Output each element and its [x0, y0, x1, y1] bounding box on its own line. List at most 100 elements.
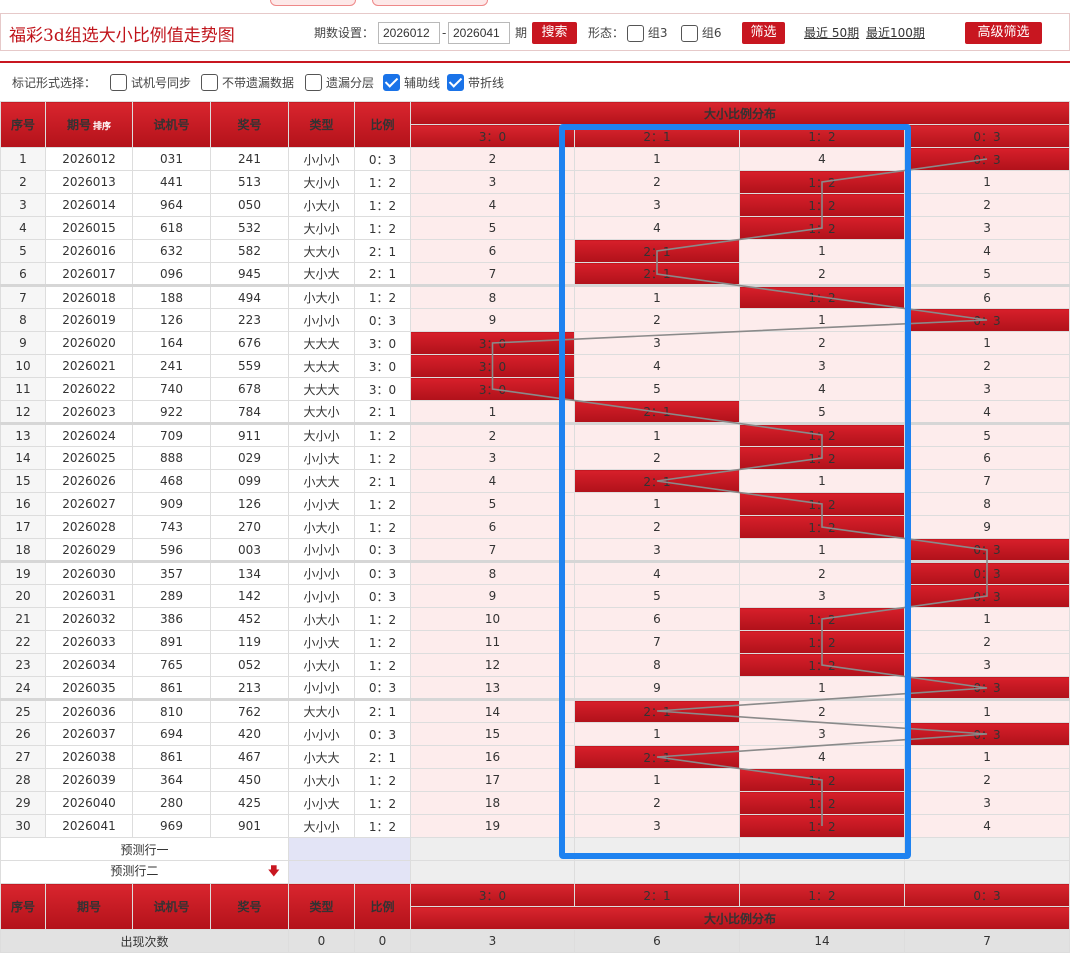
ratio-cell: 1：2 — [354, 630, 411, 654]
predict-row-2-input[interactable] — [288, 860, 411, 884]
miss-cell: 1 — [903, 607, 1071, 631]
period-from-input[interactable] — [378, 22, 440, 44]
period-cell: 2026031 — [45, 584, 133, 608]
type-cell: 小大小 — [288, 284, 355, 309]
ratio-cell: 1：2 — [354, 653, 411, 677]
hit-cell: 2：1 — [574, 239, 740, 263]
hit-cell: 3：0 — [410, 331, 575, 355]
seq-cell: 14 — [0, 446, 46, 470]
seq-cell: 2 — [0, 170, 46, 194]
group6-option[interactable]: 组6 — [681, 22, 721, 44]
filter-button[interactable]: 筛选 — [742, 22, 785, 44]
predict-cell[interactable] — [903, 837, 1071, 861]
recent-100-link[interactable]: 最近100期 — [866, 22, 925, 44]
header-col-0-3: 0：3 — [903, 124, 1071, 148]
aux-line-checkbox[interactable] — [383, 74, 400, 91]
table-row: 3 2026014 964 050 小大小 1：2 4 3 1：2 2 — [0, 193, 1071, 217]
table-row: 13 2026024 709 911 大小小 1：2 2 1 1：2 5 — [0, 422, 1071, 447]
hit-cell: 1：2 — [739, 791, 905, 815]
trial-cell: 632 — [132, 239, 211, 263]
seq-cell: 16 — [0, 492, 46, 516]
table-row: 11 2026022 740 678 大大大 3：0 3：0 5 4 3 — [0, 377, 1071, 401]
group6-checkbox[interactable] — [681, 25, 698, 42]
prize-cell: 003 — [210, 538, 289, 562]
option-no-miss-data[interactable]: 不带遗漏数据 — [201, 70, 294, 96]
miss-cell: 1 — [739, 469, 905, 493]
header-trial: 试机号 — [132, 101, 211, 148]
prize-cell: 425 — [210, 791, 289, 815]
advanced-filter-button[interactable]: 高级筛选 — [965, 22, 1042, 44]
period-cell: 2026016 — [45, 239, 133, 263]
no-miss-data-checkbox[interactable] — [201, 74, 218, 91]
arrow-down-icon[interactable]: 🡇 — [268, 862, 280, 883]
predict-row-1-input[interactable] — [288, 837, 411, 861]
type-cell: 大小小 — [288, 814, 355, 838]
miss-cell: 1 — [574, 768, 740, 792]
type-cell: 小小小 — [288, 538, 355, 562]
type-cell: 小大小 — [288, 193, 355, 217]
ratio-cell: 1：2 — [354, 791, 411, 815]
ratio-cell: 0：3 — [354, 538, 411, 562]
period-cell: 2026035 — [45, 676, 133, 700]
seq-cell: 22 — [0, 630, 46, 654]
option-aux-line[interactable]: 辅助线 — [383, 70, 440, 96]
hit-cell: 3：0 — [410, 354, 575, 378]
prize-cell: 420 — [210, 722, 289, 746]
predict-cell[interactable] — [410, 837, 575, 861]
prize-cell: 099 — [210, 469, 289, 493]
table-row: 5 2026016 632 582 大大小 2：1 6 2：1 1 4 — [0, 239, 1071, 263]
footer-header-ratio: 比例 — [354, 883, 411, 930]
miss-cell: 15 — [410, 722, 575, 746]
ratio-cell: 1：2 — [354, 446, 411, 470]
sort-icon[interactable]: 排序 — [93, 119, 111, 132]
form-label: 形态： — [588, 26, 625, 40]
predict-cell[interactable] — [574, 837, 740, 861]
period-cell: 2026041 — [45, 814, 133, 838]
miss-cell: 1 — [739, 239, 905, 263]
trial-cell: 810 — [132, 698, 211, 723]
recent-50-link[interactable]: 最近 50期 — [804, 22, 859, 44]
miss-cell: 3 — [574, 331, 740, 355]
marker-options: 标记形式选择： 试机号同步 不带遗漏数据 遗漏分层 辅助线 带折线 — [0, 70, 1070, 96]
predict-cell[interactable] — [739, 860, 905, 884]
search-button[interactable]: 搜索 — [532, 22, 577, 44]
seq-cell: 24 — [0, 676, 46, 700]
miss-cell: 3 — [410, 446, 575, 470]
trial-sync-checkbox[interactable] — [110, 74, 127, 91]
type-cell: 大小大 — [288, 262, 355, 286]
ratio-cell: 1：2 — [354, 193, 411, 217]
seq-cell: 8 — [0, 308, 46, 332]
footer-header-col: 1：2 — [739, 883, 905, 907]
option-miss-layer[interactable]: 遗漏分层 — [305, 70, 374, 96]
predict-cell[interactable] — [739, 837, 905, 861]
type-cell: 小小小 — [288, 560, 355, 585]
miss-cell: 8 — [903, 492, 1071, 516]
trial-cell: 188 — [132, 284, 211, 309]
miss-cell: 4 — [903, 814, 1071, 838]
period-cell: 2026027 — [45, 492, 133, 516]
period-to-input[interactable] — [448, 22, 510, 44]
header-period[interactable]: 期号 排序 — [45, 101, 133, 148]
table-row: 22 2026033 891 119 小小大 1：2 11 7 1：2 2 — [0, 630, 1071, 654]
group3-option[interactable]: 组3 — [627, 22, 667, 44]
polyline-checkbox[interactable] — [447, 74, 464, 91]
miss-cell: 1 — [574, 147, 740, 171]
miss-cell: 3 — [903, 216, 1071, 240]
trial-cell: 468 — [132, 469, 211, 493]
seq-cell: 30 — [0, 814, 46, 838]
top-tab-right[interactable] — [372, 0, 488, 6]
miss-cell: 2 — [739, 262, 905, 286]
header-bar: 福彩3d组选大小比例值走势图 期数设置： - 期 搜索 形态： 组3 组6 筛选… — [0, 13, 1070, 51]
option-trial-sync[interactable]: 试机号同步 — [110, 70, 191, 96]
predict-cell[interactable] — [574, 860, 740, 884]
top-tab-left[interactable] — [270, 0, 356, 6]
predict-cell[interactable] — [410, 860, 575, 884]
miss-layer-checkbox[interactable] — [305, 74, 322, 91]
type-cell: 小小大 — [288, 446, 355, 470]
option-polyline[interactable]: 带折线 — [447, 70, 504, 96]
group3-checkbox[interactable] — [627, 25, 644, 42]
predict-cell[interactable] — [903, 860, 1071, 884]
count-type: 0 — [288, 929, 355, 953]
prize-cell: 559 — [210, 354, 289, 378]
prize-cell: 901 — [210, 814, 289, 838]
